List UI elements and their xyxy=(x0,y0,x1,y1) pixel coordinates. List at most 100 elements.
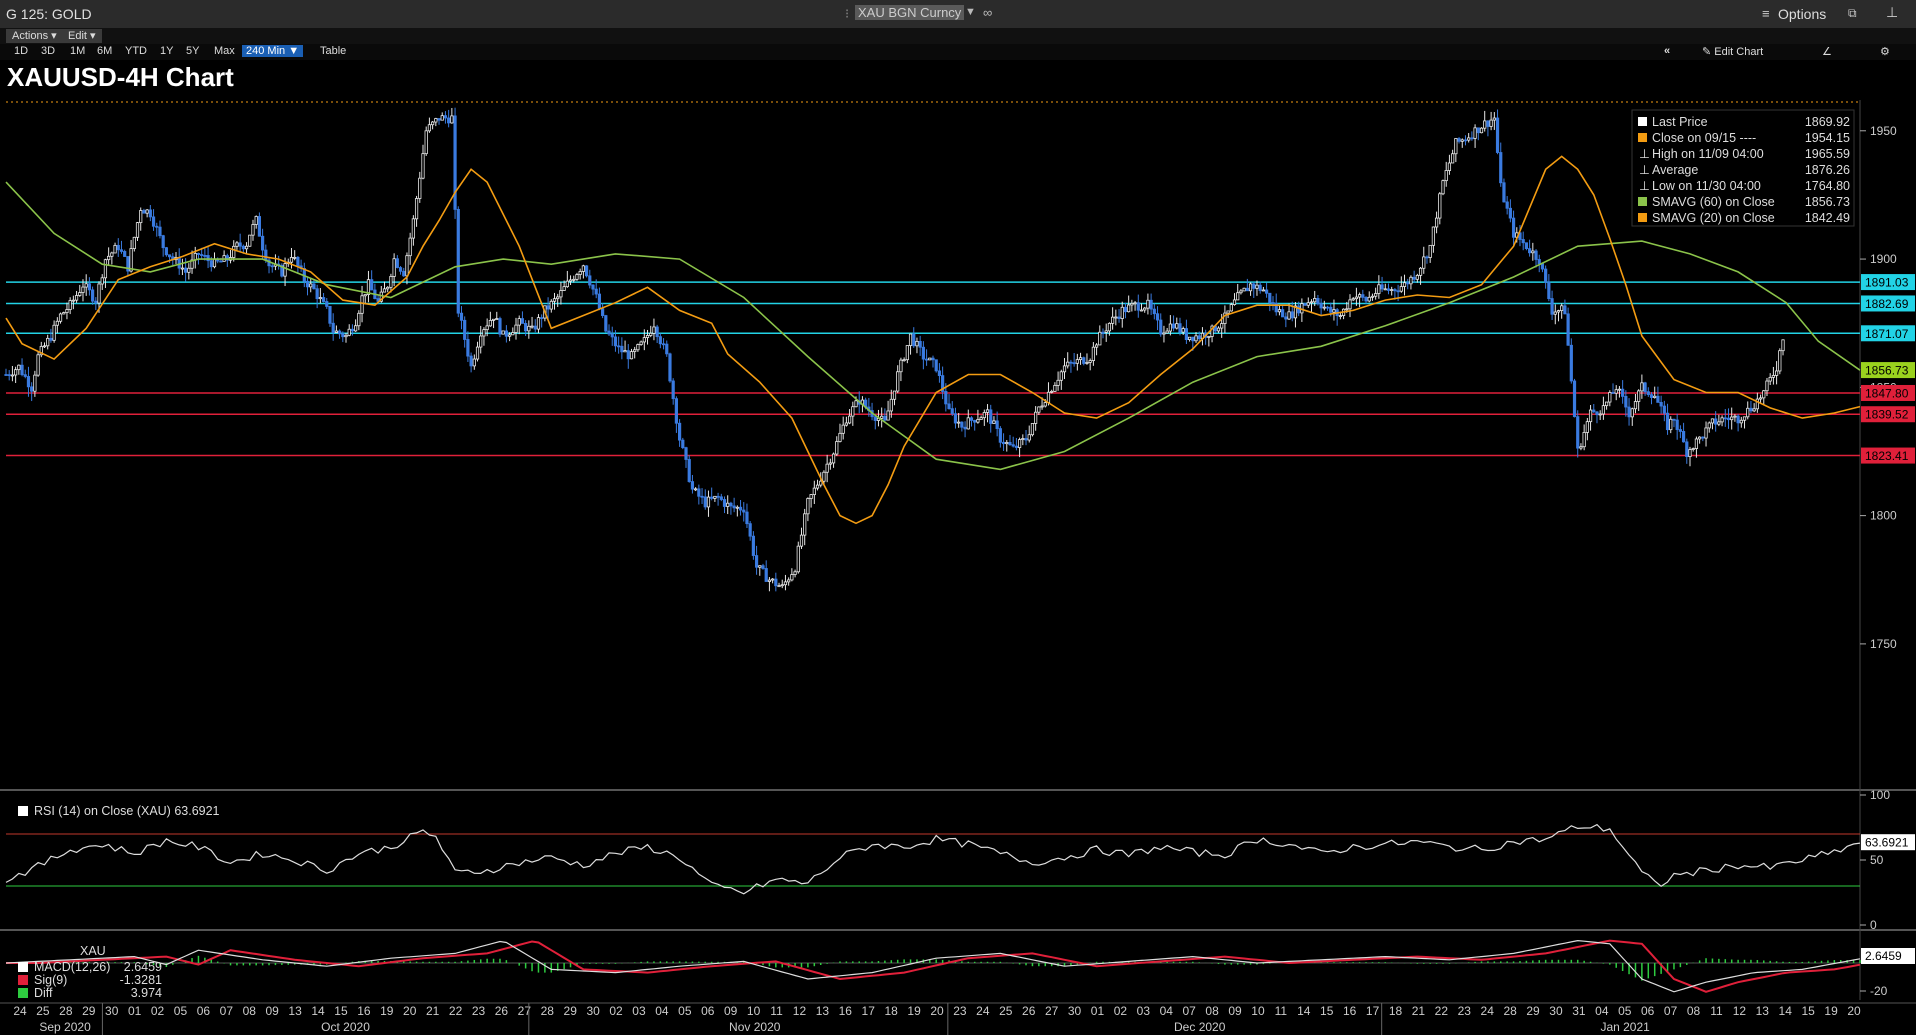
candle-body xyxy=(969,417,974,421)
legend-label-2: High on 11/09 04:00 xyxy=(1652,147,1764,161)
candle-body xyxy=(581,265,585,272)
candle-body xyxy=(1698,436,1702,440)
candle-body xyxy=(629,351,634,360)
candle-body xyxy=(1681,431,1686,443)
candle-body xyxy=(1617,388,1622,391)
candle-body xyxy=(1726,417,1731,421)
candle-body xyxy=(687,459,691,482)
candle-body xyxy=(1194,335,1198,342)
candle-body xyxy=(235,242,239,247)
candle-body xyxy=(1505,201,1509,209)
candle-body xyxy=(1284,316,1288,320)
candle-body xyxy=(1643,382,1647,393)
candle-body xyxy=(1069,361,1073,364)
candle-body xyxy=(995,420,999,429)
x-day-label: 21 xyxy=(426,1004,440,1018)
x-day-label: 25 xyxy=(36,1004,50,1018)
candle-body xyxy=(196,252,201,255)
candle-body xyxy=(1261,289,1265,292)
candle-body xyxy=(1422,256,1426,269)
candle-body xyxy=(533,325,537,330)
x-day-label: 16 xyxy=(839,1004,853,1018)
candle-body xyxy=(180,267,185,270)
legend-value-6: 1842.49 xyxy=(1805,211,1850,225)
candle-body xyxy=(360,295,364,314)
candle-body xyxy=(155,225,159,228)
x-day-label: 30 xyxy=(1068,1004,1082,1018)
candle-body xyxy=(161,235,165,249)
candle-body xyxy=(1024,438,1028,441)
candle-body xyxy=(1633,401,1638,410)
candle-body xyxy=(684,447,688,460)
candle-body xyxy=(1627,406,1631,418)
candle-body xyxy=(729,502,733,507)
candle-body xyxy=(145,209,149,214)
x-day-label: 14 xyxy=(1779,1004,1793,1018)
candle-body xyxy=(1152,308,1156,315)
candle-body xyxy=(1694,438,1699,449)
x-day-label: 17 xyxy=(862,1004,876,1018)
x-day-label: 08 xyxy=(1205,1004,1219,1018)
candle-body xyxy=(1098,331,1102,346)
candle-body xyxy=(562,286,566,291)
candle-body xyxy=(1377,284,1381,294)
candle-body xyxy=(46,337,50,347)
candle-body xyxy=(1271,302,1275,304)
candle-body xyxy=(103,259,108,279)
candle-body xyxy=(546,305,550,310)
candle-body xyxy=(495,318,499,320)
candle-body xyxy=(1704,427,1708,439)
candle-body xyxy=(1306,302,1310,306)
x-day-label: 06 xyxy=(1641,1004,1655,1018)
x-day-label: 31 xyxy=(1572,1004,1586,1018)
candle-body xyxy=(1560,305,1564,311)
candle-body xyxy=(1001,441,1006,445)
candle-body xyxy=(498,318,502,335)
x-day-label: 10 xyxy=(747,1004,761,1018)
candle-body xyxy=(777,585,781,588)
candle-body xyxy=(1380,284,1384,290)
candle-body xyxy=(1094,344,1099,348)
candle-body xyxy=(507,334,512,337)
candle-body xyxy=(1046,391,1051,403)
candle-body xyxy=(68,300,72,310)
candle-body xyxy=(264,249,268,261)
x-month-label: Dec 2020 xyxy=(1174,1020,1226,1034)
candle-body xyxy=(921,346,925,360)
candle-body xyxy=(289,257,294,263)
candle-body xyxy=(1399,286,1403,292)
candle-body xyxy=(1752,408,1756,412)
candle-body xyxy=(238,242,242,247)
price-chart[interactable]: 175018001850190019501891.031882.691871.0… xyxy=(0,0,1916,1035)
candle-body xyxy=(713,495,717,499)
candle-body xyxy=(123,251,127,257)
candle-body xyxy=(1348,299,1352,310)
legend-label-6: SMAVG (20) on Close xyxy=(1652,211,1775,225)
x-day-label: 20 xyxy=(403,1004,417,1018)
candle-body xyxy=(703,496,707,508)
candle-body xyxy=(337,330,342,335)
candle-body xyxy=(976,419,980,423)
candle-body xyxy=(459,312,464,321)
candle-body xyxy=(633,349,637,352)
x-day-label: 29 xyxy=(564,1004,578,1018)
candle-body xyxy=(690,481,695,490)
candle-body xyxy=(1040,405,1044,408)
x-day-label: 20 xyxy=(930,1004,944,1018)
candle-body xyxy=(1662,405,1666,414)
candle-body xyxy=(767,579,772,582)
candle-body xyxy=(1322,306,1326,309)
candle-body xyxy=(1107,322,1112,332)
candle-body xyxy=(321,297,326,302)
rsi-tick-label: 100 xyxy=(1870,788,1890,802)
candle-body xyxy=(1165,330,1169,334)
candle-body xyxy=(421,153,425,179)
candle-body xyxy=(950,408,954,415)
x-day-label: 13 xyxy=(816,1004,830,1018)
candle-body xyxy=(341,333,345,338)
candle-body xyxy=(447,117,451,124)
candle-body xyxy=(1361,294,1365,298)
candle-body xyxy=(107,255,111,261)
candle-body xyxy=(1476,127,1480,134)
candle-body xyxy=(363,294,367,297)
